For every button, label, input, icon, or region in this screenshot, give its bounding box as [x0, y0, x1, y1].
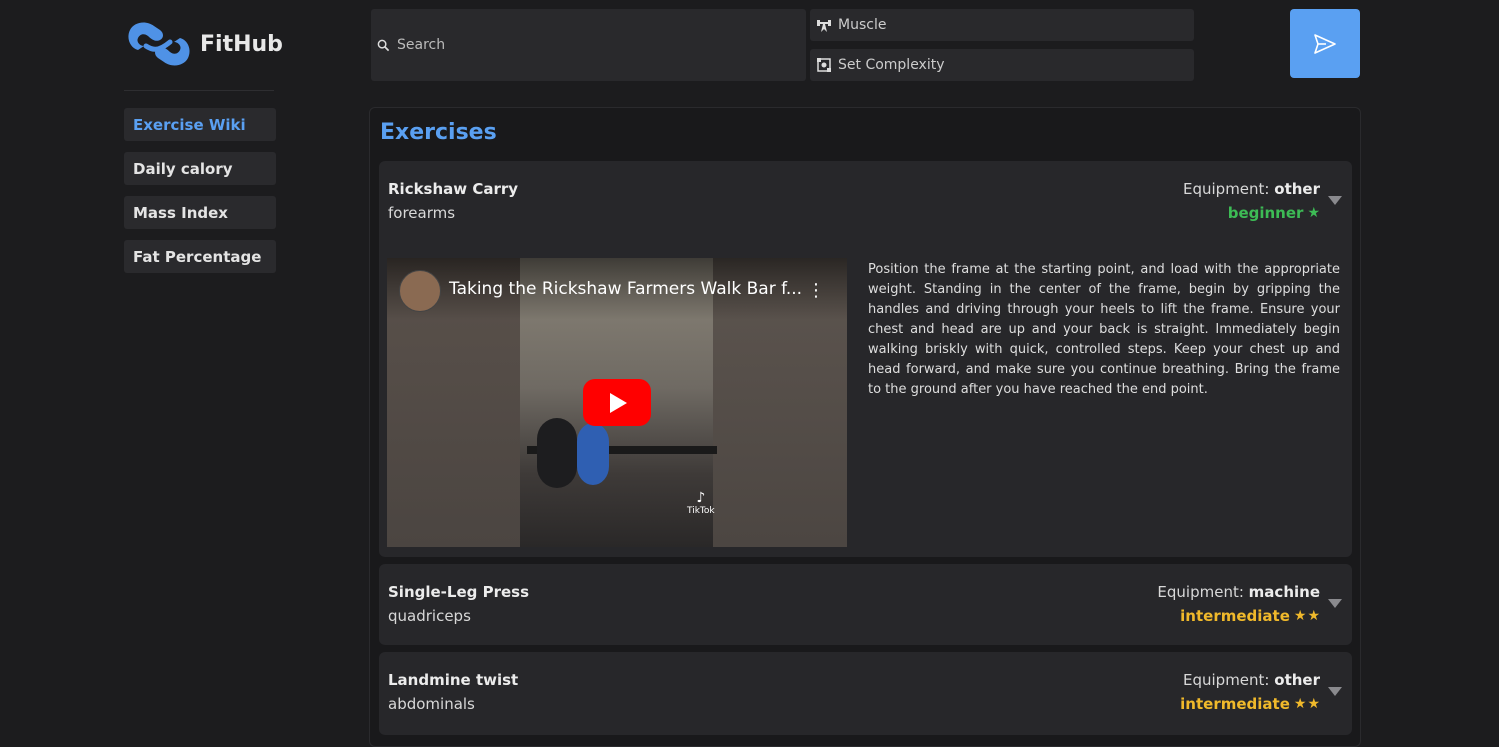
exercise-level: intermediate ★ ★ [1180, 695, 1320, 713]
level-stars: ★ ★ [1294, 608, 1320, 624]
complexity-filter[interactable]: Set Complexity [810, 49, 1194, 81]
exercise-muscle: quadriceps [388, 607, 471, 625]
exercise-level: intermediate ★ ★ [1180, 607, 1320, 625]
chevron-down-icon[interactable] [1328, 196, 1342, 205]
equipment-value: other [1274, 180, 1320, 198]
exercise-card-rickshaw-carry[interactable]: Rickshaw Carry forearms Equipment: other… [379, 161, 1352, 557]
tiktok-watermark: ♪ TikTok [687, 490, 715, 516]
level-label: beginner [1227, 204, 1304, 222]
play-button[interactable] [583, 379, 651, 426]
exercise-equipment: Equipment: other [1183, 671, 1320, 689]
video-title[interactable]: Taking the Rickshaw Farmers Walk Bar f..… [449, 279, 802, 299]
level-label: intermediate [1180, 695, 1290, 713]
equipment-label: Equipment: [1183, 671, 1270, 689]
sidebar-item-label: Mass Index [133, 203, 228, 222]
exercise-name: Rickshaw Carry [388, 180, 519, 198]
equipment-label: Equipment: [1157, 583, 1244, 601]
equipment-label: Equipment: [1183, 180, 1270, 198]
tiktok-label: TikTok [687, 506, 715, 516]
video-player[interactable]: Taking the Rickshaw Farmers Walk Bar f..… [387, 258, 847, 547]
chevron-down-icon[interactable] [1328, 687, 1342, 696]
sidebar-item-label: Fat Percentage [133, 247, 262, 266]
star-icon: ★ [1307, 205, 1320, 221]
exercise-muscle: abdominals [388, 695, 475, 713]
app-name: FitHub [200, 31, 283, 57]
star-icon: ★ [1293, 608, 1307, 624]
send-button[interactable] [1290, 9, 1360, 78]
more-options-icon[interactable]: ⋮ [807, 280, 825, 301]
video-plates-blue [577, 423, 609, 485]
exercise-equipment: Equipment: other [1183, 180, 1320, 198]
channel-avatar[interactable] [399, 270, 441, 312]
search-box [371, 9, 806, 81]
fithub-logo-icon [128, 22, 190, 66]
logo-divider [124, 90, 274, 91]
search-input[interactable] [395, 36, 799, 54]
exercise-muscle: forearms [388, 204, 456, 222]
star-icon: ★ [1307, 696, 1320, 712]
search-icon [377, 39, 390, 51]
star-icon: ★ [1307, 608, 1320, 624]
level-stars: ★ [1307, 205, 1320, 221]
exercise-card-single-leg-press[interactable]: Single-Leg Press quadriceps Equipment: m… [379, 564, 1352, 645]
page-title: Exercises [380, 120, 497, 145]
level-label: intermediate [1180, 607, 1290, 625]
exercise-name: Landmine twist [388, 671, 519, 689]
exercise-description: Position the frame at the starting point… [868, 262, 1340, 397]
equipment-value: machine [1248, 583, 1320, 601]
muscle-icon [816, 17, 832, 33]
complexity-filter-label: Set Complexity [838, 57, 945, 73]
chevron-down-icon[interactable] [1328, 599, 1342, 608]
tiktok-icon: ♪ [696, 490, 706, 506]
sidebar-item-fat-percentage[interactable]: Fat Percentage [124, 240, 276, 273]
exercise-name: Single-Leg Press [388, 583, 530, 601]
muscle-filter-label: Muscle [838, 17, 887, 33]
sidebar-item-exercise-wiki[interactable]: Exercise Wiki [124, 108, 276, 141]
exercise-equipment: Equipment: machine [1157, 583, 1320, 601]
complexity-icon [816, 57, 832, 73]
sidebar-item-mass-index[interactable]: Mass Index [124, 196, 276, 229]
sidebar-item-label: Daily calory [133, 159, 233, 178]
exercise-card-landmine-twist[interactable]: Landmine twist abdominals Equipment: oth… [379, 652, 1352, 735]
sidebar-item-daily-calory[interactable]: Daily calory [124, 152, 276, 185]
equipment-value: other [1274, 671, 1320, 689]
exercise-level: beginner ★ [1228, 204, 1320, 222]
app-logo[interactable]: FitHub [124, 16, 284, 72]
video-plates [537, 418, 577, 488]
muscle-filter[interactable]: Muscle [810, 9, 1194, 41]
paper-plane-icon [1314, 33, 1336, 54]
level-stars: ★ ★ [1294, 696, 1320, 712]
star-icon: ★ [1293, 696, 1307, 712]
sidebar-item-label: Exercise Wiki [133, 115, 246, 134]
